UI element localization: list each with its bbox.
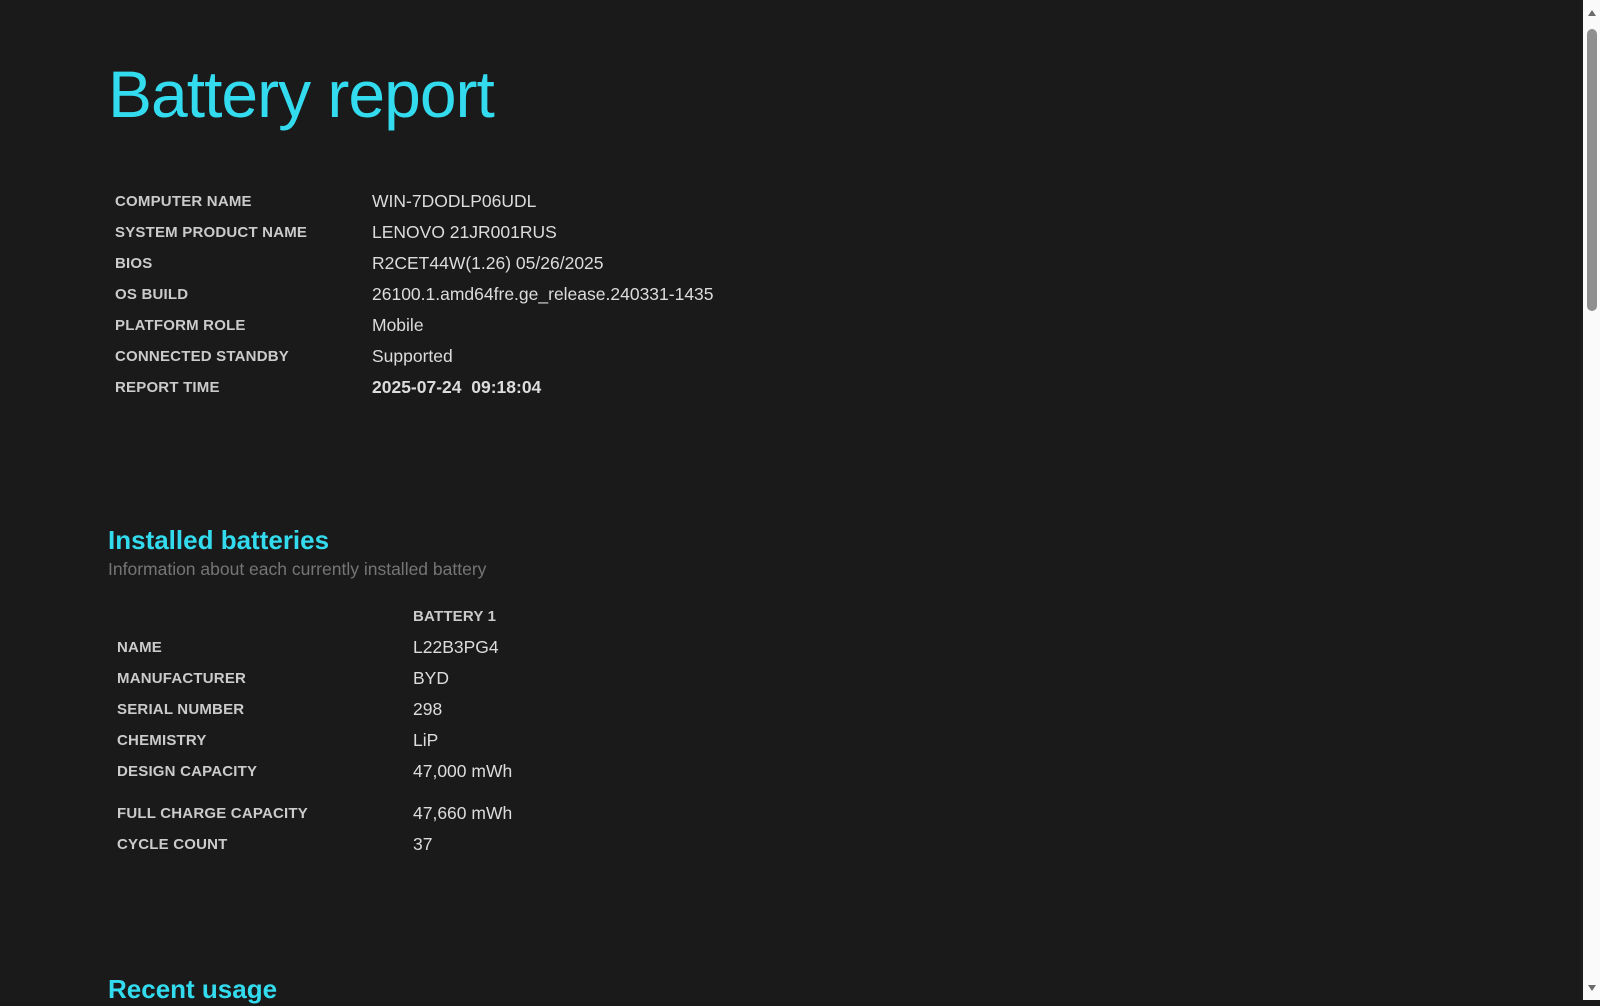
system-info-row: PLATFORM ROLE Mobile (115, 310, 1528, 341)
triangle-up-icon (1587, 9, 1596, 16)
battery-info-row: CHEMISTRY LiP (117, 725, 1528, 756)
battery-info-table: BATTERY 1 NAME L22B3PG4 MANUFACTURER BYD SER… (108, 601, 1528, 860)
system-info-label: CONNECTED STANDBY (115, 348, 289, 365)
recent-usage-heading: Recent usage (108, 974, 278, 1004)
battery-info-row: CYCLE COUNT 37 (117, 829, 1528, 860)
battery-info-value: 298 (413, 699, 443, 719)
system-info-table: COMPUTER NAME WIN-7DODLP06UDL SYSTEM PRODU… (108, 186, 1528, 403)
battery-info-label: MANUFACTURER (117, 670, 247, 687)
scroll-up-button[interactable] (1583, 4, 1600, 21)
system-info-row: OS BUILD 26100.1.amd64fre.ge_release.2403… (115, 279, 1528, 310)
battery-info-row: FULL CHARGE CAPACITY 47,660 mWh (117, 798, 1528, 829)
battery-info-row: DESIGN CAPACITY 47,000 mWh (117, 756, 1528, 787)
system-info-label: BIOS (115, 255, 153, 272)
system-info-label: OS BUILD (115, 286, 189, 303)
system-info-value: 2025-07-24 09:18:04 (372, 377, 542, 397)
system-info-label: COMPUTER NAME (115, 193, 252, 210)
battery-info-value: 47,000 mWh (413, 761, 513, 781)
system-info-row: COMPUTER NAME WIN-7DODLP06UDL (115, 186, 1528, 217)
system-info-value: Mobile (372, 315, 424, 335)
battery-report-page: Battery report COMPUTER NAME WIN-7DODLP06… (108, 0, 1528, 1006)
system-info-row: BIOS R2CET44W(1.26) 05/26/2025 (115, 248, 1528, 279)
battery-info-value: LiP (413, 730, 439, 750)
battery-table-header-row: BATTERY 1 (117, 601, 1528, 632)
battery-info-value: BYD (413, 668, 449, 688)
system-info-row: REPORT TIME 2025-07-24 09:18:04 (115, 372, 1528, 403)
scroll-down-button[interactable] (1583, 979, 1600, 996)
battery-info-label: SERIAL NUMBER (117, 701, 245, 718)
system-info-value: LENOVO 21JR001RUS (372, 222, 557, 242)
system-info-value: R2CET44W(1.26) 05/26/2025 (372, 253, 604, 273)
battery-info-value: 47,660 mWh (413, 803, 513, 823)
page-title: Battery report (108, 57, 495, 131)
system-info-row: CONNECTED STANDBY Supported (115, 341, 1528, 372)
system-info-value: WIN-7DODLP06UDL (372, 191, 537, 211)
battery-info-row: SERIAL NUMBER 298 (117, 694, 1528, 725)
battery-info-row: MANUFACTURER BYD (117, 663, 1528, 694)
battery-info-label: CYCLE COUNT (117, 836, 228, 853)
installed-batteries-heading: Installed batteries (108, 525, 330, 555)
system-info-label: REPORT TIME (115, 379, 220, 396)
battery-info-value: 37 (413, 834, 433, 854)
battery-info-row: NAME L22B3PG4 (117, 632, 1528, 663)
installed-batteries-subtitle: Information about each currently install… (108, 559, 487, 579)
battery-info-label: NAME (117, 639, 162, 656)
battery-info-label: FULL CHARGE CAPACITY (117, 805, 308, 822)
battery-info-label: DESIGN CAPACITY (117, 763, 258, 780)
system-info-value: 26100.1.amd64fre.ge_release.240331-1435 (372, 284, 714, 304)
vertical-scrollbar[interactable] (1583, 0, 1600, 1000)
battery-info-label: CHEMISTRY (117, 732, 207, 749)
triangle-down-icon (1587, 984, 1596, 991)
system-info-label: SYSTEM PRODUCT NAME (115, 224, 308, 241)
system-info-value: Supported (372, 346, 453, 366)
system-info-row: SYSTEM PRODUCT NAME LENOVO 21JR001RUS (115, 217, 1528, 248)
scrollbar-thumb[interactable] (1586, 29, 1597, 311)
battery-column-header: BATTERY 1 (413, 608, 497, 625)
battery-info-value: L22B3PG4 (413, 637, 499, 657)
system-info-label: PLATFORM ROLE (115, 317, 246, 334)
